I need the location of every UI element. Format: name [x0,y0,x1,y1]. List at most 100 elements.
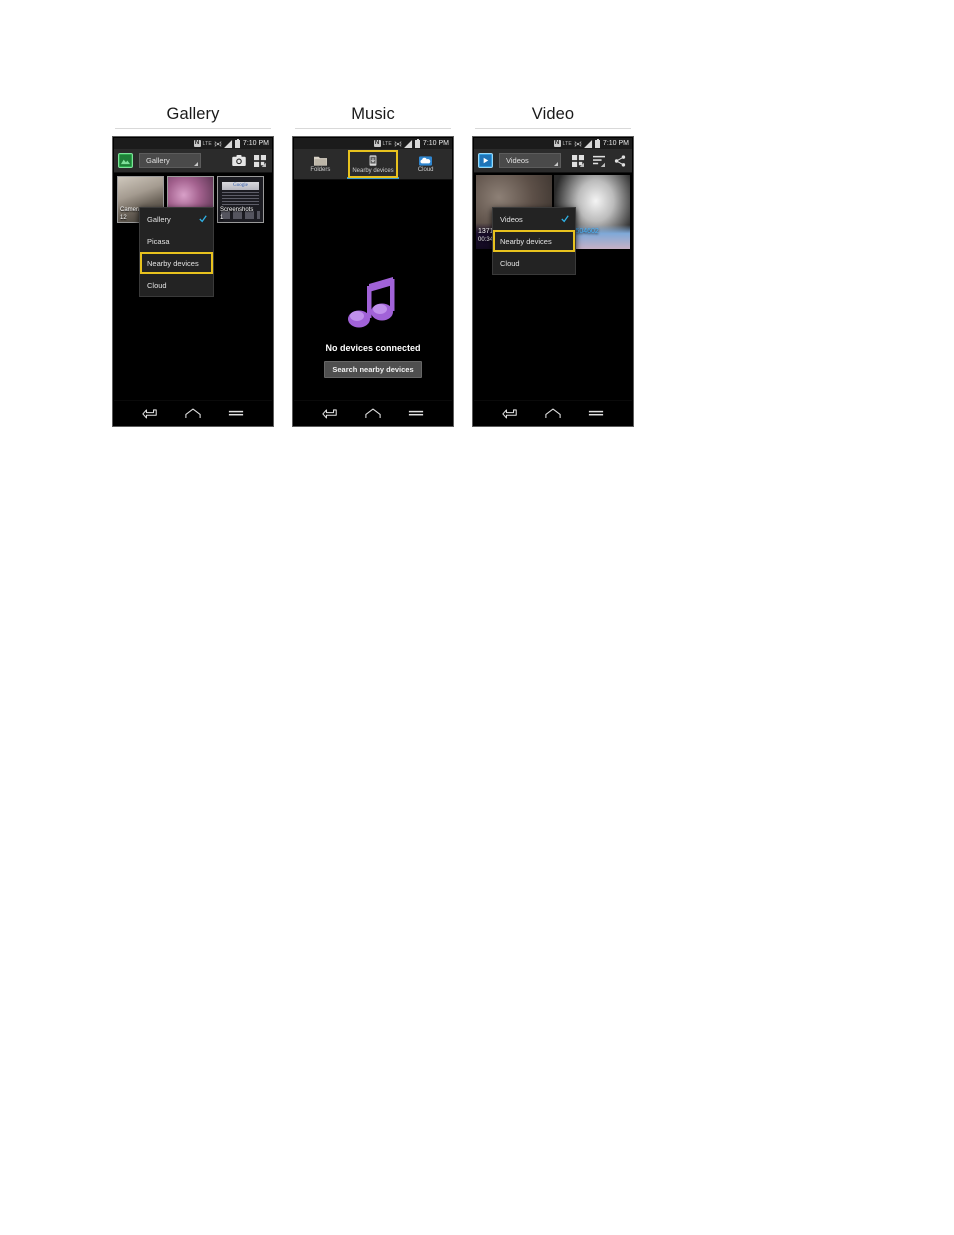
gallery-content: Camera 12 Google Screenshots 1 Gallery P… [114,173,272,425]
screenshot-header-text: Google [222,182,259,190]
screenshot-lines [222,192,259,206]
cloud-icon [419,155,433,166]
sync-icon [574,140,582,147]
dropdown-item-cloud[interactable]: Cloud [493,252,575,274]
dropdown-item-label: Gallery [147,214,171,224]
grid-view-icon[interactable] [252,153,268,169]
clock: 7:10 PM [422,140,449,147]
nfc-icon: N [373,140,381,147]
tab-label: Folders [310,167,331,173]
back-icon[interactable] [500,406,520,420]
dropdown-item-picasa[interactable]: Picasa [140,230,213,252]
dropdown-item-gallery[interactable]: Gallery [140,208,213,230]
dropdown-item-label: Nearby devices [500,236,552,246]
column-caption-video: Video [531,105,575,123]
dropdown-item-label: Nearby devices [147,258,199,268]
caption-divider [115,128,271,129]
network-label: LTE [382,140,392,147]
video-dropdown-menu: Videos Nearby devices Cloud [492,207,576,275]
album-name: Screenshots [220,207,254,213]
empty-state: No devices connected Search nearby devic… [294,276,452,378]
dropdown-item-videos[interactable]: Videos [493,208,575,230]
phone-music: N LTE 7:10 PM Folders Nearby devices Clo… [292,136,454,427]
camera-icon[interactable] [231,153,247,169]
clock: 7:10 PM [242,140,269,147]
navigation-bar [294,400,452,425]
tab-bar: Folders Nearby devices Cloud [294,149,452,180]
dropdown-item-nearby-devices[interactable]: Nearby devices [493,230,575,252]
signal-bars-icon [223,139,232,148]
clock: 7:10 PM [602,140,629,147]
album-dropdown-menu: Gallery Picasa Nearby devices Cloud [139,207,214,297]
tab-label: Cloud [417,166,434,173]
home-icon[interactable] [363,406,383,420]
video-spinner[interactable]: Videos [499,153,561,168]
navigation-bar [474,400,632,425]
dropdown-item-nearby-devices[interactable]: Nearby devices [140,252,213,274]
network-label: LTE [562,140,572,147]
check-icon [199,215,207,223]
battery-icon [234,138,240,148]
battery-icon [414,138,420,148]
home-icon[interactable] [543,406,563,420]
gallery-app-icon[interactable] [118,153,133,168]
sync-icon [214,140,222,147]
column-music: Music N LTE 7:10 PM Folders Nearby devic… [282,104,464,427]
dropdown-item-label: Videos [500,214,523,224]
video-content: 1371 00:34 20150504602 Videos Nearby dev… [474,173,632,425]
dropdown-caret-icon [194,162,198,166]
grid-view-icon[interactable] [570,153,586,169]
tab-cloud[interactable]: Cloud [399,149,452,179]
column-video: Video N LTE 7:10 PM Videos 1371 00:34 20… [462,104,644,427]
menu-icon[interactable] [406,406,426,420]
empty-state-message: No devices connected [325,343,421,353]
column-caption-gallery: Gallery [166,105,220,123]
status-bar: N LTE 7:10 PM [474,138,632,149]
back-icon[interactable] [140,406,160,420]
battery-icon [594,138,600,148]
screen-video: N LTE 7:10 PM Videos 1371 00:34 20150504… [474,138,632,425]
dropdown-item-cloud[interactable]: Cloud [140,274,213,296]
video-app-icon[interactable] [478,153,493,168]
screenshot-board: Gallery N LTE 7:10 PM Gallery Camera 12 … [0,0,954,1235]
action-bar: Videos [474,149,632,173]
dropdown-item-label: Cloud [500,258,520,268]
caption-divider [475,128,631,129]
back-icon[interactable] [320,406,340,420]
tab-nearby-devices[interactable]: Nearby devices [346,149,400,179]
video-duration: 00:34 [478,237,494,243]
dropdown-item-label: Cloud [147,280,167,290]
menu-icon[interactable] [226,406,246,420]
music-content: No devices connected Search nearby devic… [294,180,452,425]
network-label: LTE [202,140,212,147]
nearby-devices-icon [369,154,377,166]
album-count: 12 [120,215,127,221]
check-icon [561,215,569,223]
tab-label: Nearby devices [352,167,394,174]
phone-video: N LTE 7:10 PM Videos 1371 00:34 20150504… [472,136,634,427]
search-nearby-devices-button[interactable]: Search nearby devices [324,361,422,378]
sort-icon[interactable] [591,153,607,169]
video-spinner-label: Videos [506,156,529,165]
caption-divider [295,128,451,129]
sync-icon [394,140,402,147]
phone-gallery: N LTE 7:10 PM Gallery Camera 12 Google S… [112,136,274,427]
screen-music: N LTE 7:10 PM Folders Nearby devices Clo… [294,138,452,425]
navigation-bar [114,400,272,425]
nfc-icon: N [553,140,561,147]
menu-icon[interactable] [586,406,606,420]
status-bar: N LTE 7:10 PM [294,138,452,149]
music-note-icon [348,277,395,328]
screenshot-thumb: Google [218,177,263,222]
tab-folders[interactable]: Folders [294,149,347,179]
album-spinner[interactable]: Gallery [139,153,201,168]
share-icon[interactable] [612,153,628,169]
column-caption-music: Music [351,105,395,123]
album-spinner-label: Gallery [146,156,170,165]
folder-icon [313,156,327,166]
album-count: 1 [220,215,224,221]
album-item[interactable]: Google Screenshots 1 [217,176,264,223]
tab-caret-icon [370,176,376,179]
nfc-icon: N [193,140,201,147]
home-icon[interactable] [183,406,203,420]
